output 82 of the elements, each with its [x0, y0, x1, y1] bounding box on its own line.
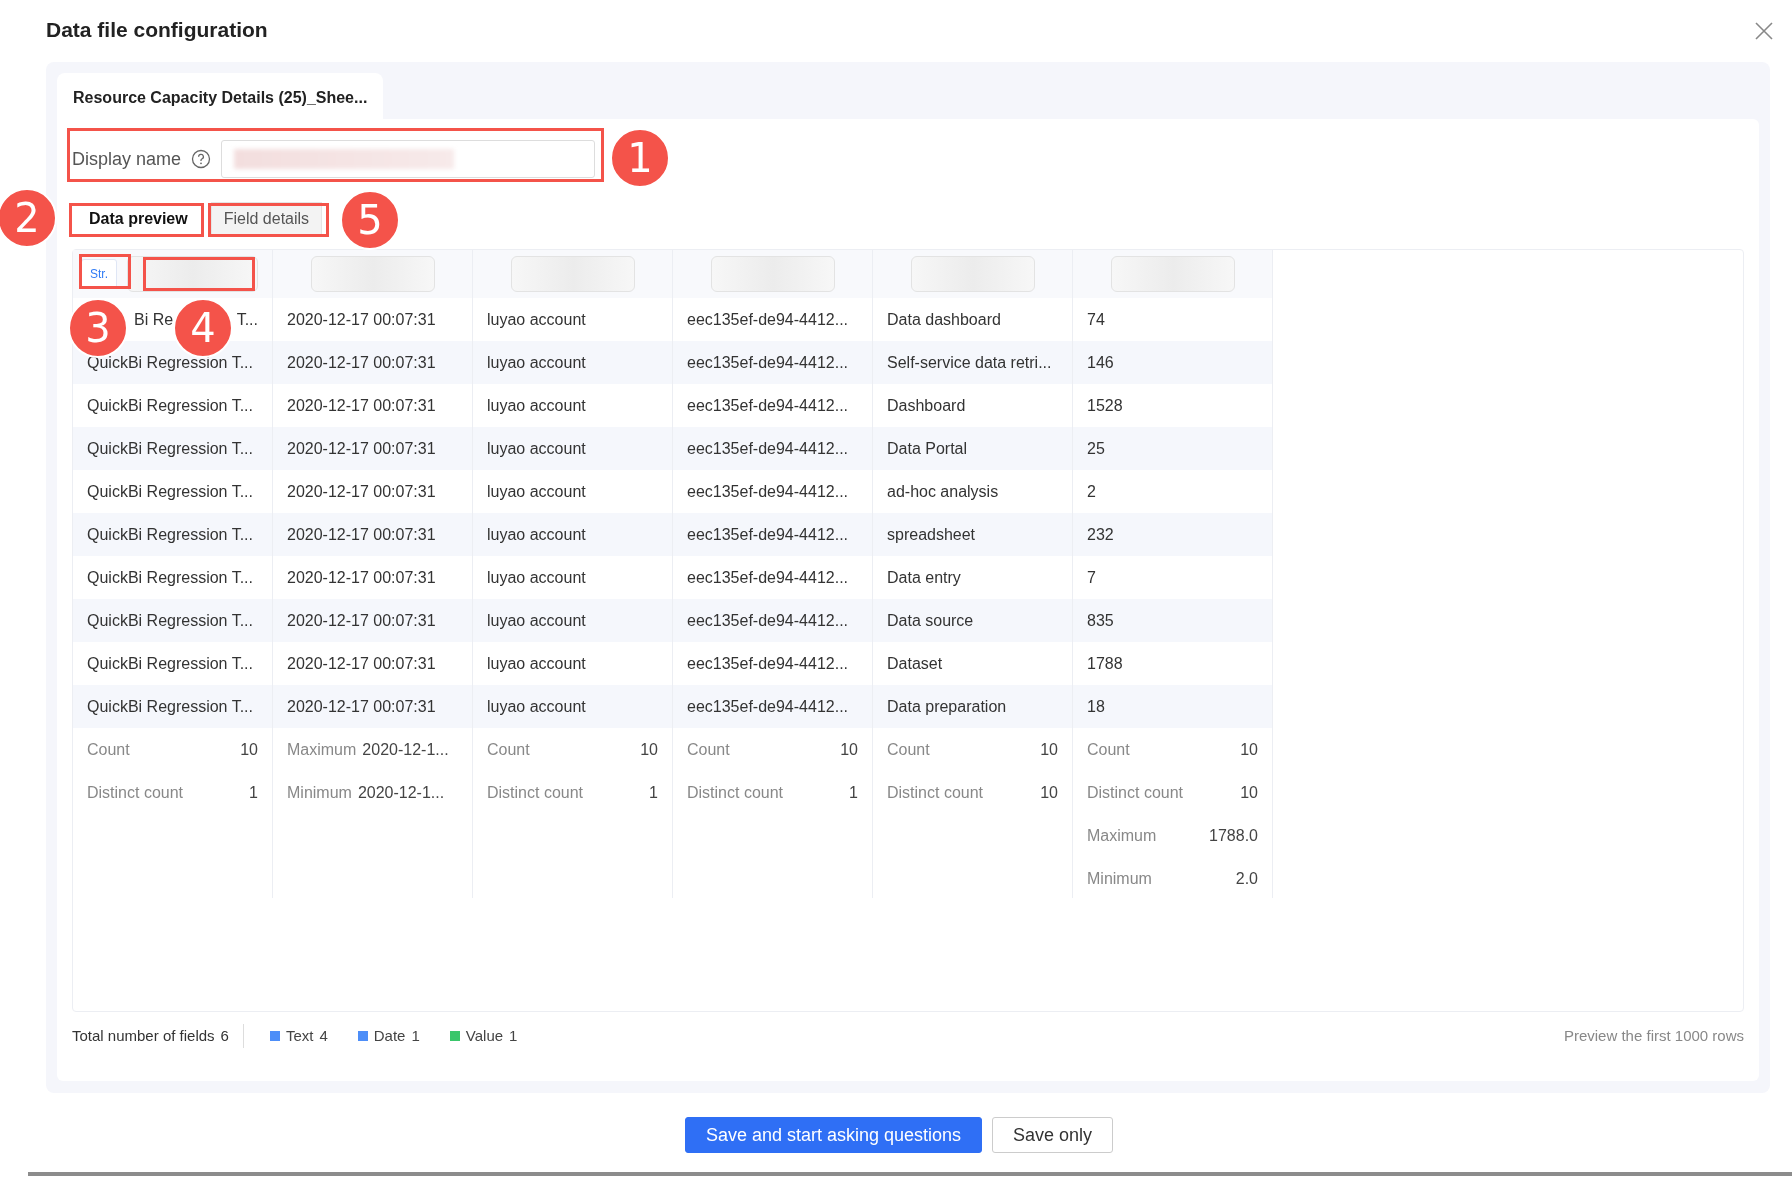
display-name-input[interactable]	[221, 140, 596, 178]
table-cell-text: Bi Re	[134, 309, 174, 330]
table-cell: 25	[1073, 427, 1273, 470]
table-cell-text: T...	[236, 309, 258, 330]
field-name-input[interactable]	[510, 256, 635, 292]
table-cell: 2020-12-17 00:07:31	[273, 341, 473, 384]
table-cell: QuickBi Regression T...	[73, 427, 273, 470]
table-cell: 2020-12-17 00:07:31	[273, 427, 473, 470]
dialog-title: Data file configuration	[46, 17, 268, 43]
table-cell: luyao account	[473, 341, 673, 384]
table-cell: spreadsheet	[873, 513, 1073, 556]
table-cell: QuickBi Regression T...	[73, 599, 273, 642]
field-name-input[interactable]	[310, 256, 435, 292]
field-name-input[interactable]	[1110, 256, 1235, 292]
stat-label: Minimum	[287, 782, 352, 803]
table-cell: 2020-12-17 00:07:31	[273, 513, 473, 556]
legend-label: Text	[285, 1025, 314, 1046]
table-cell: luyao account	[473, 427, 673, 470]
stat-label: Count	[87, 739, 130, 760]
table-cell: eec135ef-de94-4412...	[673, 427, 873, 470]
stat-value: 10	[640, 739, 658, 760]
help-icon	[191, 149, 212, 169]
stat-label: Distinct count	[1087, 782, 1184, 803]
legend-count: 1	[509, 1025, 518, 1046]
total-fields-label: Total number of fields	[72, 1025, 215, 1046]
table-cell: luyao account	[473, 599, 673, 642]
table-cell: Self-service data retri...	[873, 341, 1073, 384]
display-name-label: Display name	[72, 147, 182, 171]
legend-count: 4	[319, 1025, 328, 1046]
stat-value: 10	[840, 739, 858, 760]
stat-value: 1788.0	[1209, 825, 1258, 846]
stat-value: 1	[849, 782, 858, 803]
stat-value: 10	[1240, 782, 1258, 803]
stat-value: 10	[1040, 739, 1058, 760]
stat-label: Maximum	[1087, 825, 1157, 846]
stat-label: Count	[1087, 739, 1130, 760]
stat-value: 10	[1040, 782, 1058, 803]
stat-value: 10	[1240, 739, 1258, 760]
table-cell: 232	[1073, 513, 1273, 556]
save-and-ask-button[interactable]: Save and start asking questions	[684, 1117, 983, 1153]
table-cell: 146	[1073, 341, 1273, 384]
field-name-input[interactable]	[710, 256, 835, 292]
stat-label: Count	[487, 739, 530, 760]
table-cell: 2020-12-17 00:07:31	[273, 599, 473, 642]
table-cell: Data source	[873, 599, 1073, 642]
stat-value: 2.0	[1235, 868, 1258, 889]
stat-label: Maximum	[287, 739, 357, 760]
table-cell: eec135ef-de94-4412...	[673, 341, 873, 384]
table-cell: eec135ef-de94-4412...	[673, 599, 873, 642]
stat-value: 2020-12-1...	[357, 782, 445, 803]
table-cell: 2020-12-17 00:07:31	[273, 685, 473, 728]
stat-value: 1	[249, 782, 258, 803]
stat-label: Count	[887, 739, 930, 760]
legend-label: Value	[465, 1025, 504, 1046]
table-cell: 835	[1073, 599, 1273, 642]
stat-value: 10	[240, 739, 258, 760]
stat-label: Distinct count	[687, 782, 784, 803]
table-cell: QuickBi Regression T...	[73, 513, 273, 556]
legend-label: Date	[373, 1025, 406, 1046]
table-cell: eec135ef-de94-4412...	[673, 513, 873, 556]
stat-value: 1	[649, 782, 658, 803]
legend-count: 1	[411, 1025, 420, 1046]
preview-note: Preview the first 1000 rows	[1563, 1025, 1744, 1046]
field-name-input[interactable]	[910, 256, 1035, 292]
stat-label: Distinct count	[87, 782, 184, 803]
save-only-button[interactable]: Save only	[992, 1117, 1114, 1153]
table-cell: QuickBi Regression T...	[73, 685, 273, 728]
table-cell: luyao account	[473, 685, 673, 728]
highlight-frame	[79, 254, 131, 289]
sheet-tab[interactable]: Resource Capacity Details (25)_Shee...	[57, 73, 384, 119]
table-cell: 18	[1073, 685, 1273, 728]
table-cell: luyao account	[473, 513, 673, 556]
table-cell: Data preparation	[873, 685, 1073, 728]
callout-marker: 2	[0, 188, 57, 248]
table-cell: eec135ef-de94-4412...	[673, 685, 873, 728]
total-fields-count: 6	[220, 1025, 229, 1046]
stat-label: Minimum	[1087, 868, 1152, 889]
stat-value: 2020-12-1...	[362, 739, 449, 760]
stat-label: Count	[687, 739, 730, 760]
table-cell: Data Portal	[873, 427, 1073, 470]
stat-label: Distinct count	[887, 782, 984, 803]
stat-label: Distinct count	[487, 782, 584, 803]
